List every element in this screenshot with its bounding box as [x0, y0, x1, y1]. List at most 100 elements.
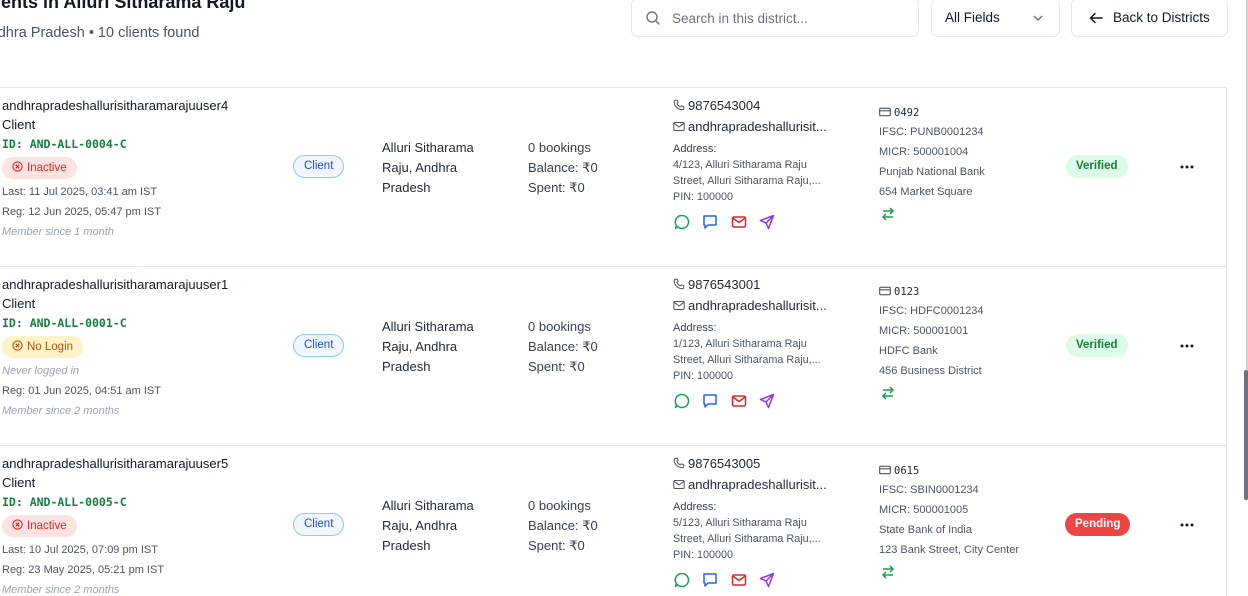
micr-code: MICR: 500001001 [879, 325, 969, 337]
bookings-cell: 0 bookings Balance: ₹0 Spent: ₹0 [528, 138, 648, 198]
email-icon[interactable] [730, 213, 748, 231]
pin-code: PIN: 100000 [673, 549, 734, 561]
role-badge: Client [293, 334, 345, 357]
x-circle-icon [12, 161, 23, 172]
address-line-2: Street, Alluri Sitharama Raju,... [673, 354, 821, 366]
transfer-icon[interactable] [879, 384, 897, 402]
search-input[interactable] [672, 8, 912, 28]
bookings-count: 0 bookings [528, 498, 591, 513]
balance: Balance: ₹0 [528, 518, 598, 533]
micr-code: MICR: 500001005 [879, 504, 969, 516]
status-badge: No Login [2, 336, 84, 358]
more-horizontal-icon[interactable] [1176, 337, 1198, 355]
more-horizontal-icon[interactable] [1176, 516, 1198, 534]
spent: Spent: ₹0 [528, 359, 585, 374]
more-horizontal-icon[interactable] [1176, 158, 1198, 176]
search-box[interactable] [631, 0, 919, 37]
email-address: andhrapradeshallurisit... [688, 477, 827, 492]
whatsapp-icon[interactable] [673, 213, 691, 231]
chevron-down-icon [1033, 15, 1043, 21]
table-right-border [1226, 88, 1227, 596]
address-label: Address: [673, 501, 717, 513]
phone-icon [673, 99, 685, 111]
ifsc-code: IFSC: PUNB0001234 [879, 126, 984, 138]
message-icon[interactable] [701, 213, 719, 231]
phone-number: 9876543004 [688, 98, 761, 113]
account-number: 0615 [879, 462, 1049, 480]
scrollbar-thumb[interactable] [1244, 370, 1248, 500]
bank-branch: 654 Market Square [879, 186, 973, 198]
credit-card-icon [879, 107, 891, 117]
bookings-cell: 0 bookings Balance: ₹0 Spent: ₹0 [528, 317, 648, 377]
phone-icon [673, 278, 685, 290]
address-line-2: Street, Alluri Sitharama Raju,... [673, 533, 821, 545]
address-line-1: 1/123, Alluri Sitharama Raju [673, 338, 807, 350]
ifsc-code: IFSC: HDFC0001234 [879, 305, 984, 317]
table-row: andhrapradeshallurisitharamarajuuser4 Cl… [0, 87, 1227, 266]
whatsapp-icon[interactable] [673, 392, 691, 410]
bank-branch: 456 Business District [879, 365, 982, 377]
username: andhrapradeshallurisitharamarajuuser1 [2, 277, 229, 292]
transfer-icon[interactable] [879, 563, 897, 581]
arrow-left-icon [1089, 12, 1103, 24]
last-login: Last: 10 Jul 2025, 07:09 pm IST [2, 544, 158, 556]
registration-date: Reg: 12 Jun 2025, 05:47 pm IST [2, 206, 161, 218]
username: andhrapradeshallurisitharamarajuuser5 [2, 456, 229, 471]
phone: 9876543005 [673, 455, 853, 473]
role-badge: Client [293, 155, 345, 178]
send-icon[interactable] [758, 571, 776, 589]
phone-number: 9876543005 [688, 456, 761, 471]
page-subtitle: Andhra Pradesh • 10 clients found [0, 25, 200, 41]
status-badge: Inactive [2, 157, 77, 179]
contact-cell: 9876543005 andhrapradeshallurisit... Add… [673, 455, 853, 589]
role-text: Client [2, 296, 36, 311]
address-line-1: 4/123, Alluri Sitharama Raju [673, 159, 807, 171]
spent: Spent: ₹0 [528, 180, 585, 195]
address-line-2: Street, Alluri Sitharama Raju,... [673, 175, 821, 187]
transfer-icon[interactable] [879, 205, 897, 223]
email: andhrapradeshallurisit... [673, 115, 853, 139]
role-badge: Client [293, 513, 345, 536]
status-badge: Inactive [2, 515, 77, 537]
verification-badge: Pending [1065, 513, 1131, 536]
email: andhrapradeshallurisit... [673, 294, 853, 318]
last-login: Last: 11 Jul 2025, 03:41 am IST [2, 186, 158, 198]
send-icon[interactable] [758, 213, 776, 231]
message-icon[interactable] [701, 571, 719, 589]
bank-cell: 0123 IFSC: HDFC0001234 MICR: 500001001 H… [879, 283, 1049, 402]
account-digits: 0123 [894, 286, 920, 298]
location: Alluri Sitharama Raju, Andhra Pradesh [382, 140, 474, 195]
registration-date: Reg: 23 May 2025, 05:21 pm IST [2, 564, 165, 576]
member-since: Member since 1 month [2, 226, 114, 238]
mail-icon [673, 122, 685, 131]
location: Alluri Sitharama Raju, Andhra Pradesh [382, 498, 474, 553]
verification-badge: Verified [1066, 155, 1128, 178]
user-cell: andhrapradeshallurisitharamarajuuser5 Cl… [2, 455, 282, 596]
contact-actions [673, 571, 853, 589]
send-icon[interactable] [758, 392, 776, 410]
role-text: Client [2, 117, 36, 132]
back-to-districts-button[interactable]: Back to Districts [1071, 0, 1228, 37]
account-digits: 0492 [894, 107, 920, 119]
field-filter-select[interactable]: All Fields [931, 0, 1060, 37]
credit-card-icon [879, 465, 891, 475]
registration-date: Reg: 01 Jun 2025, 04:51 am IST [2, 385, 161, 397]
pin-code: PIN: 100000 [673, 370, 734, 382]
contact-cell: 9876543001 andhrapradeshallurisit... Add… [673, 276, 853, 410]
balance: Balance: ₹0 [528, 160, 598, 175]
spent: Spent: ₹0 [528, 538, 585, 553]
email-icon[interactable] [730, 392, 748, 410]
ifsc-code: IFSC: SBIN0001234 [879, 484, 979, 496]
role-text: Client [2, 475, 36, 490]
last-login: Never logged in [2, 365, 80, 377]
bank-name: Punjab National Bank [879, 166, 985, 178]
whatsapp-icon[interactable] [673, 571, 691, 589]
bank-name: State Bank of India [879, 524, 972, 536]
bank-cell: 0615 IFSC: SBIN0001234 MICR: 500001005 S… [879, 462, 1049, 581]
phone: 9876543001 [673, 276, 853, 294]
location: Alluri Sitharama Raju, Andhra Pradesh [382, 319, 474, 374]
mail-icon [673, 480, 685, 489]
user-id: ID: AND-ALL-0004-C [2, 137, 127, 151]
email-icon[interactable] [730, 571, 748, 589]
message-icon[interactable] [701, 392, 719, 410]
